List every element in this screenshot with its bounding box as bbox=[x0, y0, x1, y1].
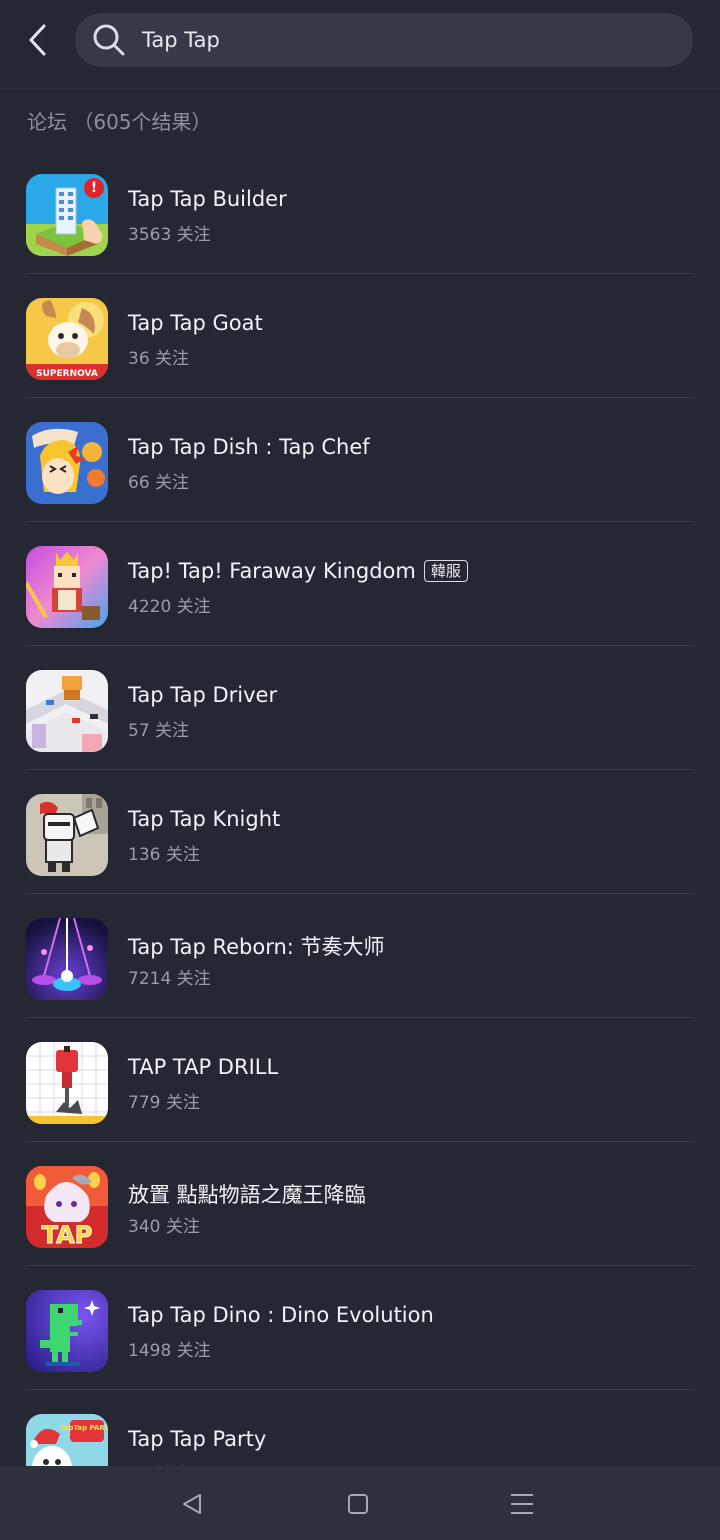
item-followers: 136 关注 bbox=[128, 845, 200, 865]
list-item[interactable]: SUPERNOVA Tap Tap Goat 36 关注 bbox=[0, 274, 720, 398]
dino-game-icon bbox=[26, 1290, 108, 1372]
chef-game-icon bbox=[26, 422, 108, 504]
list-item[interactable]: Tap Tap Dish : Tap Chef 66 关注 bbox=[0, 398, 720, 522]
item-followers: 66 关注 bbox=[128, 473, 190, 493]
list-item[interactable]: Tap! Tap! Faraway Kingdom 韓服 4220 关注 bbox=[0, 522, 720, 646]
item-title: Tap Tap Reborn: 节奏大师 bbox=[128, 935, 385, 959]
list-item[interactable]: TAP 放置 點點物語之魔王降臨 340 关注 bbox=[0, 1142, 720, 1266]
reborn-game-icon bbox=[26, 918, 108, 1000]
demon-king-game-icon: TAP bbox=[26, 1166, 108, 1248]
item-title: Tap Tap Driver bbox=[128, 683, 278, 707]
item-title: Tap Tap Goat bbox=[128, 311, 263, 335]
goat-logo-text: SUPERNOVA bbox=[36, 369, 98, 379]
nav-home-button[interactable] bbox=[340, 1486, 376, 1522]
server-tag: 韓服 bbox=[423, 560, 468, 582]
driver-game-icon bbox=[26, 670, 108, 752]
notification-badge: ! bbox=[84, 178, 104, 198]
list-item[interactable]: ! Tap Tap Builder 3563 关注 bbox=[0, 150, 720, 274]
list-item[interactable]: Tap Tap Driver 57 关注 bbox=[0, 646, 720, 770]
results-section-title: 论坛 （605个结果） bbox=[27, 110, 212, 134]
nav-back-button[interactable] bbox=[174, 1486, 210, 1522]
list-item[interactable]: Tap Tap Reborn: 节奏大师 7214 关注 bbox=[0, 894, 720, 1018]
item-title: TAP TAP DRILL bbox=[128, 1055, 279, 1079]
item-title: Tap! Tap! Faraway Kingdom 韓服 bbox=[128, 559, 468, 583]
search-input[interactable]: Tap Tap bbox=[142, 13, 220, 67]
goat-game-icon: SUPERNOVA bbox=[26, 298, 108, 380]
kingdom-game-icon bbox=[26, 546, 108, 628]
demon-logo-text: TAP bbox=[42, 1221, 93, 1248]
triangle-back-icon bbox=[183, 1494, 201, 1514]
item-title: Tap Tap Party bbox=[128, 1427, 267, 1451]
drill-game-icon bbox=[26, 1042, 108, 1124]
item-title: Tap Tap Knight bbox=[128, 807, 281, 831]
item-followers: 57 关注 bbox=[128, 721, 190, 741]
results-list: ! Tap Tap Builder 3563 关注 SUPERNOVA Tap … bbox=[0, 150, 720, 1514]
item-followers: 3563 关注 bbox=[128, 225, 211, 245]
back-arrow-icon bbox=[29, 24, 46, 56]
search-header: Tap Tap bbox=[0, 0, 720, 89]
nav-menu-button[interactable] bbox=[504, 1486, 540, 1522]
item-title: Tap Tap Dish : Tap Chef bbox=[128, 435, 370, 459]
system-nav-bar bbox=[0, 1466, 720, 1540]
item-followers: 4220 关注 bbox=[128, 597, 211, 617]
item-followers: 779 关注 bbox=[128, 1093, 200, 1113]
list-item[interactable]: TAP TAP DRILL 779 关注 bbox=[0, 1018, 720, 1142]
item-title: 放置 點點物語之魔王降臨 bbox=[128, 1183, 366, 1207]
item-followers: 7214 关注 bbox=[128, 969, 211, 989]
search-icon bbox=[93, 24, 125, 56]
square-home-icon bbox=[348, 1494, 368, 1514]
search-box[interactable]: Tap Tap bbox=[75, 13, 693, 67]
party-logo-text: TapTap PARTY bbox=[60, 1424, 108, 1432]
app-screen: Tap Tap 论坛 （605个结果） ! Tap Tap Builder 35… bbox=[0, 0, 720, 1540]
list-item[interactable]: Tap Tap Knight 136 关注 bbox=[0, 770, 720, 894]
item-followers: 1498 关注 bbox=[128, 1341, 211, 1361]
back-button[interactable] bbox=[18, 20, 58, 60]
list-item[interactable]: Tap Tap Dino : Dino Evolution 1498 关注 bbox=[0, 1266, 720, 1390]
item-title: Tap Tap Builder bbox=[128, 187, 287, 211]
knight-game-icon bbox=[26, 794, 108, 876]
item-followers: 36 关注 bbox=[128, 349, 190, 369]
menu-lines-icon bbox=[511, 1494, 533, 1514]
builder-game-icon: ! bbox=[26, 174, 108, 256]
item-title: Tap Tap Dino : Dino Evolution bbox=[128, 1303, 434, 1327]
item-followers: 340 关注 bbox=[128, 1217, 200, 1237]
